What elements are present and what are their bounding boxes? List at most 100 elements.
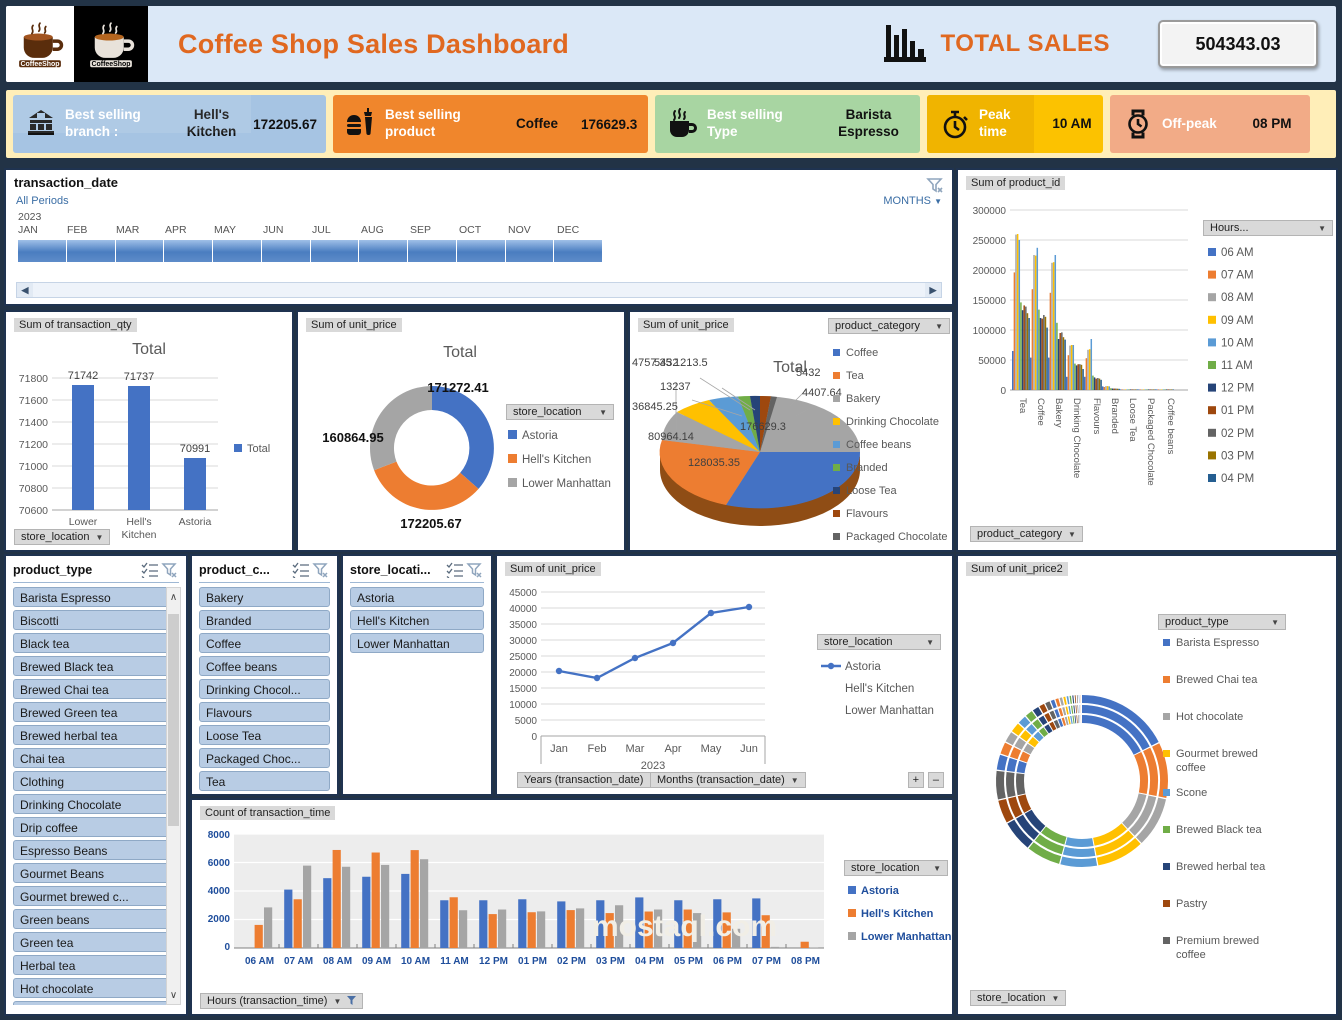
hourly-col-plot[interactable]: 8000 6000 4000 2000 0 06 AM 07 AM 08 AM 09 … [192, 826, 852, 986]
bar-09AM-Lower-Manhattan[interactable] [381, 864, 390, 948]
bar-03-PM[interactable] [1152, 389, 1155, 390]
bar-11-AM[interactable] [1074, 363, 1076, 390]
bar-01-PM[interactable] [1023, 305, 1025, 390]
bar-06AM-Hell's-Kitchen[interactable] [254, 924, 263, 948]
timeline-slicer[interactable]: transaction_date All Periods MONTHS ▼ 20… [4, 168, 954, 306]
clear-filter-icon[interactable] [161, 562, 179, 578]
bar-06-AM[interactable] [1030, 357, 1032, 390]
line-plot[interactable]: 45000 40000 35000 30000 25000 20000 1500… [497, 582, 817, 772]
bar-03-PM[interactable] [1080, 364, 1083, 390]
bar-07-AM[interactable] [1121, 389, 1124, 390]
multiselect-icon[interactable] [141, 562, 159, 579]
bar-06-AM[interactable] [1048, 357, 1050, 390]
bar-07-AM[interactable] [1103, 387, 1106, 390]
sunburst-segment[interactable] [1065, 837, 1094, 848]
field-button-product-category[interactable]: product_category ▼ [970, 526, 1083, 542]
slicer-item[interactable]: Brewed Chai tea [13, 679, 179, 699]
bar-02-PM[interactable] [1079, 364, 1081, 390]
sunburst-segment[interactable] [1005, 732, 1018, 746]
bar-08-AM[interactable] [1033, 255, 1035, 390]
bar-03-PM[interactable] [1062, 337, 1065, 390]
scroll-thumb[interactable] [168, 614, 179, 826]
bar-02-PM[interactable] [1061, 332, 1063, 390]
slicer-item[interactable]: Astoria [350, 587, 484, 607]
bar-01PM-Hell's-Kitchen[interactable] [527, 912, 536, 948]
sunburst-segment[interactable] [1016, 760, 1027, 774]
sunburst-segment[interactable] [1055, 698, 1061, 707]
sunburst-segment[interactable] [1073, 705, 1076, 714]
bar-01-PM[interactable] [1095, 378, 1097, 390]
sunburst-segment[interactable] [1134, 752, 1149, 795]
slicer-item[interactable]: Green beans [13, 909, 179, 929]
bar-11-AM[interactable] [1092, 375, 1094, 390]
kpi-off-peak[interactable]: Off-peak 08 PM [1110, 95, 1310, 153]
sunburst-segment[interactable] [1006, 772, 1016, 798]
multiselect-icon[interactable] [446, 562, 464, 579]
slicer-item[interactable]: Drip coffee [13, 817, 179, 837]
bar-09-AM[interactable] [1142, 389, 1145, 390]
slicer-item[interactable]: Coffee [199, 633, 330, 653]
bar-09-AM[interactable] [1016, 234, 1019, 390]
bar-11-AM[interactable] [1056, 322, 1058, 390]
bar-06-AM[interactable] [1120, 389, 1122, 390]
sunburst-segment[interactable] [1065, 706, 1069, 715]
bar-07-AM[interactable] [1049, 292, 1052, 390]
bar-08PM-Hell's-Kitchen[interactable] [800, 941, 809, 948]
bar-05PM-Hell's-Kitchen[interactable] [683, 909, 692, 949]
sunburst-segment[interactable] [1059, 697, 1064, 706]
bar-08-AM[interactable] [1105, 386, 1107, 390]
bar-10-AM[interactable] [1144, 389, 1147, 390]
slicer-item[interactable]: Brewed Black tea [13, 656, 179, 676]
bar-06-AM[interactable] [1138, 389, 1140, 390]
bar-09-AM[interactable] [1070, 345, 1073, 390]
sunburst-segment[interactable] [1077, 705, 1079, 714]
slicer-item[interactable]: Hot chocolate [13, 978, 179, 998]
bar-10-AM[interactable] [1036, 247, 1039, 390]
chart-unit-price-donut[interactable]: Sum of unit_price Total 171272.41 172205… [296, 310, 626, 552]
bar-05PM-Astoria[interactable] [674, 900, 683, 948]
bar-06PM-Astoria[interactable] [713, 899, 722, 948]
bar-09-AM[interactable] [1052, 262, 1055, 390]
bar-02-PM[interactable] [1097, 378, 1099, 390]
bar-12-PM[interactable] [1129, 389, 1132, 390]
chart-transaction-qty[interactable]: Sum of transaction_qty Total 71800 71600… [4, 310, 294, 552]
bar-01-PM[interactable] [1113, 388, 1115, 390]
bar-03-PM[interactable] [1134, 389, 1137, 390]
slicer-item[interactable]: Biscotti [13, 610, 179, 630]
slicer-item[interactable]: Tea [199, 771, 330, 791]
timeline-all-periods[interactable]: All Periods [16, 195, 69, 207]
bar-03PM-Lower-Manhattan[interactable] [615, 905, 624, 948]
bar-01-PM[interactable] [1167, 389, 1169, 390]
bar-01PM-Astoria[interactable] [518, 899, 527, 948]
bar-12-PM[interactable] [1057, 339, 1060, 390]
bar-04PM-Hell's-Kitchen[interactable] [644, 911, 653, 948]
chart-transaction-count-by-hour[interactable]: Count of transaction_time 8000 6000 4000… [190, 798, 954, 1016]
slicer-product-category[interactable]: product_c... Bakery Branded Coffee Coffe… [190, 554, 339, 796]
bar-05PM-Lower-Manhattan[interactable] [693, 913, 702, 948]
slice-astoria[interactable] [432, 386, 494, 489]
multiselect-icon[interactable] [292, 562, 310, 579]
bar-11AM-Astoria[interactable] [440, 900, 449, 948]
slicer-product-type[interactable]: product_type Barista Espresso Biscotti B… [4, 554, 188, 1016]
bar-04-PM[interactable] [1082, 369, 1084, 390]
sunburst-segment[interactable] [995, 770, 1006, 800]
bar-08-AM[interactable] [1051, 262, 1053, 390]
kpi-peak-time[interactable]: Peak time 10 AM [927, 95, 1103, 153]
bar-02PM-Astoria[interactable] [557, 901, 566, 948]
sunburst-segment[interactable] [1075, 705, 1077, 714]
bar-01-PM[interactable] [1077, 364, 1079, 390]
sunburst-segment[interactable] [1060, 856, 1098, 868]
bar-07PM-Lower-Manhattan[interactable] [771, 946, 780, 948]
bar-06-AM[interactable] [1012, 351, 1014, 390]
sunburst-segment[interactable] [1076, 695, 1078, 704]
bar-07AM-Hell's-Kitchen[interactable] [293, 899, 302, 948]
bar-03-PM[interactable] [1026, 313, 1029, 390]
bar-07-AM[interactable] [1139, 389, 1142, 390]
sunburst-segment[interactable] [1078, 695, 1080, 704]
bar-04-PM[interactable] [1118, 388, 1120, 390]
bar-12-PM[interactable] [1111, 388, 1114, 391]
slicer-item[interactable]: Barista Espresso [13, 587, 179, 607]
clear-filter-icon[interactable] [926, 176, 944, 199]
bar-11AM-Hell's-Kitchen[interactable] [449, 897, 458, 948]
bar-02-PM[interactable] [1133, 389, 1135, 390]
